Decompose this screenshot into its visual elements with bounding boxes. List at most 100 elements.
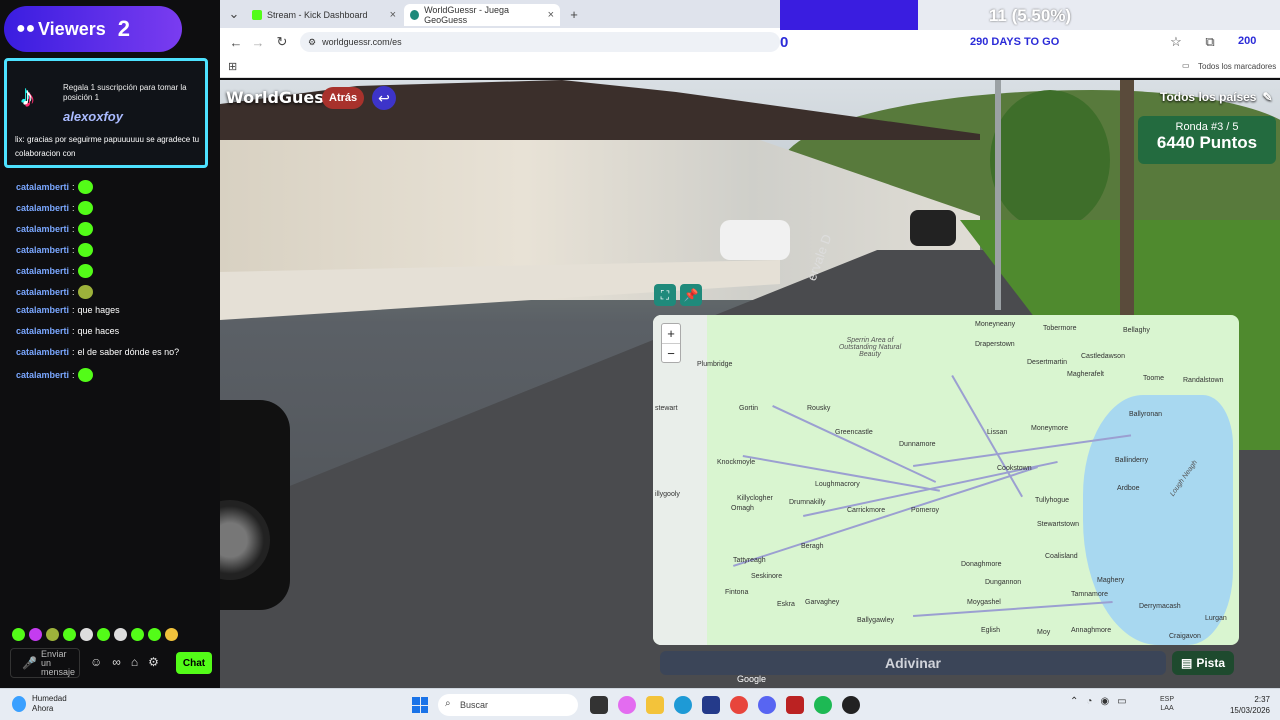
emote-icon[interactable] [97, 628, 110, 641]
zoom-in-button[interactable]: + [662, 324, 680, 343]
emote-icon[interactable] [165, 628, 178, 641]
tab-list-button[interactable]: ⌄ [224, 4, 244, 24]
tiktok-username: alexoxfoy [63, 109, 123, 124]
map-place-label: Drumnakilly [789, 499, 826, 506]
guess-button[interactable]: Adivinar [660, 651, 1166, 675]
profile-counter[interactable]: 200 [1238, 35, 1256, 47]
expand-map-icon[interactable]: ⛶ [654, 284, 676, 306]
google-attribution: Google [737, 674, 767, 684]
screen: ⌄ Stream - Kick Dashboard × WorldGuessr … [0, 0, 1280, 720]
emoji-icon[interactable]: ☺ [90, 655, 102, 669]
map-place-label: Magherafelt [1067, 371, 1104, 378]
chat-username[interactable]: catalamberti [16, 245, 69, 255]
back-button[interactable]: Atrás [322, 87, 365, 109]
chat-username[interactable]: catalamberti [16, 266, 69, 276]
chat-username[interactable]: catalamberti [16, 224, 69, 234]
chrome-icon[interactable] [730, 696, 748, 714]
emote-picker-row [12, 628, 178, 641]
system-tray: ⌃ ◔ ◉ ▭ [1070, 696, 1127, 707]
chat-username[interactable]: catalamberti [16, 287, 69, 297]
emote-icon[interactable] [29, 628, 42, 641]
emote-icon[interactable] [46, 628, 59, 641]
obs-icon[interactable] [842, 696, 860, 714]
map-place-label: Tattyreagh [733, 557, 766, 564]
country-filter[interactable]: Todos los países ✎ [1160, 86, 1273, 108]
spotify-icon[interactable] [814, 696, 832, 714]
tab-worldguessr[interactable]: WorldGuessr - Juega GeoGuess × [404, 4, 560, 26]
chat-message: catalamberti: el de saber dónde es no? [16, 347, 179, 357]
language-indicator[interactable]: ESP LAA [1160, 695, 1174, 713]
chat-username[interactable]: catalamberti [16, 370, 69, 380]
apps-grid-icon[interactable]: ⊞ [228, 60, 237, 73]
chat-username[interactable]: catalamberti [16, 182, 69, 192]
emote-icon[interactable] [80, 628, 93, 641]
chat-username[interactable]: catalamberti [16, 326, 69, 336]
eyes-icon: ●● [16, 20, 36, 37]
emote-icon[interactable] [148, 628, 161, 641]
store-icon[interactable]: ⌂ [131, 655, 138, 669]
new-tab-button[interactable]: + [564, 4, 584, 24]
task-view-icon[interactable] [590, 696, 608, 714]
emote-icon[interactable] [131, 628, 144, 641]
return-to-start-icon[interactable]: ↩ [372, 86, 396, 110]
app-icon[interactable] [786, 696, 804, 714]
guess-map[interactable]: + − Sperrin Area of Outstanding Natural … [653, 315, 1239, 645]
reload-icon[interactable]: ↻ [272, 32, 292, 52]
map-place-label: Seskinore [751, 573, 783, 580]
viewers-badge: ●● Viewers 2 [4, 6, 182, 52]
zoom-out-button[interactable]: − [662, 343, 680, 362]
chat-text: el de saber dónde es no? [77, 347, 180, 357]
weather-widget[interactable]: Humedad Ahora [12, 694, 67, 714]
taskbar-search[interactable]: ⌕ Buscar [438, 694, 578, 716]
windows-start-icon[interactable] [412, 697, 428, 713]
forward-arrow-icon[interactable]: → [248, 32, 268, 52]
hint-button[interactable]: ▤ Pista [1172, 651, 1234, 675]
extensions-icon[interactable]: ⧉ [1200, 32, 1220, 52]
chat-username[interactable]: catalamberti [16, 347, 69, 357]
volume-icon[interactable]: ◉ [1100, 696, 1109, 707]
map-place-label: Killyclogher [737, 495, 773, 502]
globe-icon [410, 10, 420, 20]
star-icon[interactable]: ☆ [1166, 32, 1186, 52]
settings-gear-icon[interactable]: ⚙ [148, 655, 159, 669]
network-icon[interactable]: ◔ [1086, 696, 1092, 707]
store-app-icon[interactable] [702, 696, 720, 714]
map-place-label: Draperstown [975, 341, 1015, 348]
close-tab-icon[interactable]: × [390, 9, 396, 21]
send-chat-button[interactable]: Chat [176, 652, 212, 674]
battery-icon[interactable]: ▭ [1117, 696, 1126, 707]
copilot-icon[interactable] [618, 696, 636, 714]
parked-car-white [720, 220, 790, 260]
goal-start-value: 0 [780, 34, 789, 51]
tiktok-gift-text: Regala 1 suscripción para tomar la posic… [63, 83, 187, 102]
chat-tools: ☺ ∞ ⌂ ⚙ [90, 655, 159, 669]
pin-map-icon[interactable]: 📌 [680, 284, 702, 306]
address-bar[interactable]: ⚙ worldguessr.com/es [300, 32, 780, 52]
tab-kick-dashboard[interactable]: Stream - Kick Dashboard × [246, 4, 402, 26]
infinity-icon[interactable]: ∞ [112, 655, 121, 669]
bookmarks-bar: ⊞ ▭ Todos los marcadores [220, 56, 1280, 78]
back-arrow-icon[interactable]: ← [226, 32, 246, 52]
lamp-post [995, 80, 1001, 310]
chat-message: catalamberti: que hages [16, 305, 120, 315]
discord-icon[interactable] [758, 696, 776, 714]
pencil-icon[interactable]: ✎ [1262, 90, 1272, 104]
chat-input[interactable]: Enviar un mensaje [10, 648, 80, 678]
chevron-up-icon[interactable]: ⌃ [1070, 696, 1078, 707]
clock[interactable]: 2:37 15/03/2026 [1222, 694, 1270, 716]
emote-icon[interactable] [12, 628, 25, 641]
chat-message: catalamberti: que haces [16, 326, 119, 336]
map-place-label: Rousky [807, 405, 831, 412]
chat-username[interactable]: catalamberti [16, 305, 69, 315]
emote-icon[interactable] [63, 628, 76, 641]
close-tab-icon[interactable]: × [548, 9, 554, 21]
file-explorer-icon[interactable] [646, 696, 664, 714]
emote-icon[interactable] [114, 628, 127, 641]
map-place-label: Tamnamore [1071, 591, 1108, 598]
all-bookmarks-link[interactable]: Todos los marcadores [1198, 62, 1276, 71]
edge-icon[interactable] [674, 696, 692, 714]
site-info-icon[interactable]: ⚙ [308, 37, 316, 48]
chat-username[interactable]: catalamberti [16, 203, 69, 213]
map-place-label: Toome [1143, 375, 1165, 382]
goal-progress-label: 11 (5.50%) [988, 6, 1072, 25]
